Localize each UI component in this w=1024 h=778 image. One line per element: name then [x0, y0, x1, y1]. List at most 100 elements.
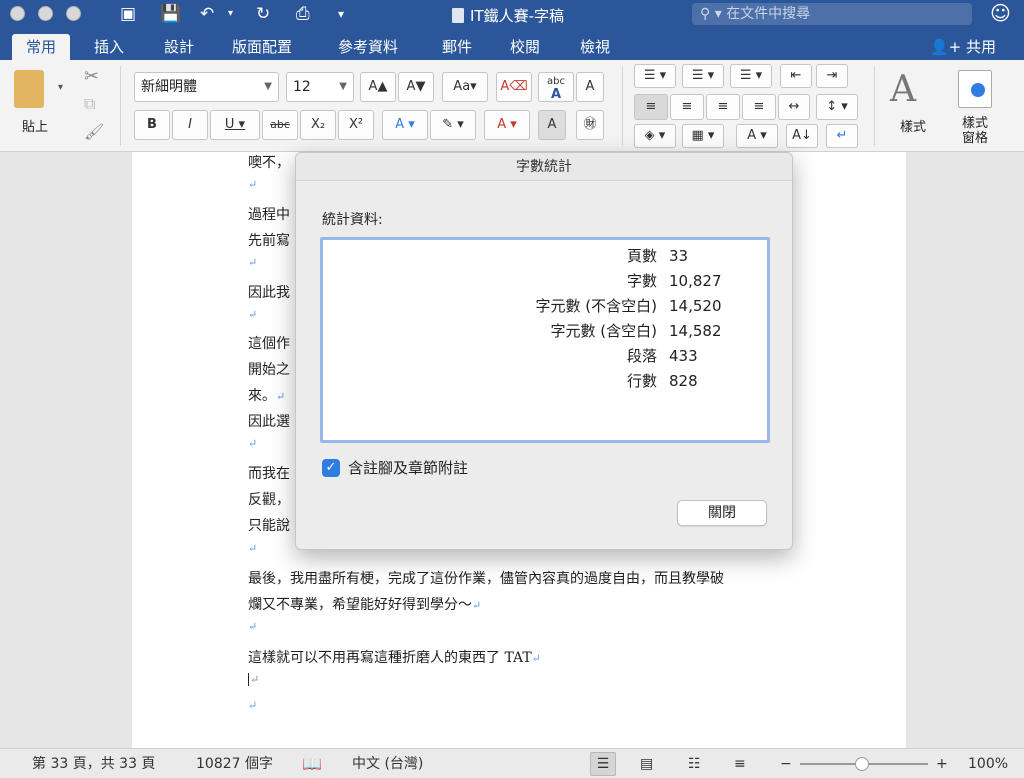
redo-icon[interactable]: ↻ — [256, 3, 270, 25]
font-size-value: 12 — [293, 79, 311, 95]
print-layout-view-icon[interactable]: ☰ — [590, 752, 616, 776]
outline-view-icon[interactable]: ☷ — [688, 749, 701, 778]
window-title: IT鐵人賽-字稿 — [452, 5, 564, 26]
undo-icon[interactable]: ↶ — [200, 3, 214, 25]
character-border-icon[interactable]: A — [576, 72, 604, 102]
tab-view[interactable]: 檢視 — [566, 34, 624, 60]
paragraph-mark: ↵ — [248, 699, 258, 712]
styles-pane-icon[interactable] — [958, 70, 992, 108]
subscript-button[interactable]: X₂ — [300, 110, 336, 140]
bullets-button[interactable]: ☰ ▾ — [634, 64, 676, 88]
align-left-button[interactable]: ≡ — [634, 94, 668, 120]
page-info[interactable]: 第 33 頁，共 33 頁 — [32, 749, 155, 778]
share-button[interactable]: 👤+ 共用 — [930, 34, 996, 60]
doc-text: 最後，我用盡所有梗，完成了這份作業，儘管內容真的過度自由，而且教學破 — [248, 571, 724, 587]
stat-label: 段落 — [626, 347, 657, 365]
shrink-font-button[interactable]: A▼ — [398, 72, 434, 102]
include-footnotes-checkbox[interactable]: ✓ — [322, 459, 340, 477]
styles-pane-label-line1: 樣式 — [962, 116, 989, 131]
minimize-window-icon[interactable] — [38, 6, 53, 21]
stat-value: 33 — [669, 247, 689, 265]
doc-text: 反觀， — [248, 492, 290, 508]
close-button[interactable]: 關閉 — [677, 500, 767, 526]
tab-label: 常用 — [26, 38, 57, 56]
tab-references[interactable]: 參考資料 — [324, 34, 412, 60]
proofing-icon[interactable]: 📖 — [302, 749, 322, 778]
strikethrough-button[interactable]: abc — [262, 110, 298, 140]
tab-review[interactable]: 校閱 — [496, 34, 554, 60]
phonetic-guide-icon[interactable]: abc A — [538, 72, 574, 102]
tab-label: 設計 — [164, 38, 195, 56]
sidebar-toggle-icon[interactable]: ▣ — [120, 3, 136, 25]
justify-button[interactable]: ≡ — [742, 94, 776, 120]
tab-home[interactable]: 常用 — [12, 34, 71, 60]
stat-row: 字元數 (不含空白) 14,520 — [323, 294, 767, 318]
draft-view-icon[interactable]: ≡ — [734, 749, 746, 778]
increase-indent-button[interactable]: ⇥ — [816, 64, 848, 88]
stat-row: 頁數 33 — [323, 244, 767, 268]
include-footnotes-label[interactable]: 含註腳及章節附註 — [348, 459, 468, 477]
grow-font-button[interactable]: A▲ — [360, 72, 396, 102]
undo-dropdown-icon[interactable]: ▾ — [228, 3, 233, 25]
enclose-character-icon[interactable]: ㊖ — [576, 110, 604, 140]
save-icon[interactable]: 💾 — [160, 3, 181, 25]
font-size-select[interactable]: 12 ▼ — [286, 72, 354, 102]
zoom-slider-handle[interactable] — [855, 757, 869, 771]
word-count[interactable]: 10827 個字 — [196, 749, 273, 778]
search-input[interactable]: ⚲ ▾ 在文件中搜尋 — [692, 3, 972, 25]
bold-button[interactable]: B — [134, 110, 170, 140]
tab-insert[interactable]: 插入 — [80, 34, 138, 60]
stat-label: 字數 — [626, 272, 657, 290]
tab-design[interactable]: 設計 — [150, 34, 208, 60]
align-center-button[interactable]: ≡ — [670, 94, 704, 120]
web-layout-view-icon[interactable]: ▤ — [640, 749, 653, 778]
tab-label: 檢視 — [580, 38, 611, 56]
numbering-button[interactable]: ☰ ▾ — [682, 64, 724, 88]
sort-button[interactable]: A↓ — [786, 124, 818, 148]
stat-row: 字元數 (含空白) 14,582 — [323, 319, 767, 343]
paste-dropdown-icon[interactable]: ▾ — [58, 82, 63, 93]
styles-gallery-icon[interactable]: A — [890, 68, 940, 112]
tab-layout[interactable]: 版面配置 — [218, 34, 306, 60]
shading-button[interactable]: ◈ ▾ — [634, 124, 676, 148]
zoom-window-icon[interactable] — [66, 6, 81, 21]
character-shading-icon[interactable]: A — [538, 110, 566, 140]
zoom-level[interactable]: 100% — [968, 749, 1008, 778]
decrease-indent-button[interactable]: ⇤ — [780, 64, 812, 88]
borders-button[interactable]: ▦ ▾ — [682, 124, 724, 148]
text-direction-button[interactable]: A ▾ — [736, 124, 778, 148]
tab-mailings[interactable]: 郵件 — [428, 34, 486, 60]
text-effects-button[interactable]: A ▾ — [382, 110, 428, 140]
zoom-out-icon[interactable]: − — [780, 749, 792, 778]
feedback-smiley-icon[interactable]: ☺ — [990, 1, 1011, 25]
print-icon[interactable]: ⎙ — [296, 3, 310, 25]
doc-text: 噢不， — [248, 155, 290, 171]
highlight-button[interactable]: ✎ ▾ — [430, 110, 476, 140]
format-painter-icon[interactable]: 🖌 — [84, 122, 104, 141]
stat-value: 10,827 — [669, 272, 722, 290]
close-window-icon[interactable] — [10, 6, 25, 21]
line-spacing-button[interactable]: ↕ ▾ — [816, 94, 858, 120]
superscript-button[interactable]: X² — [338, 110, 374, 140]
paste-icon[interactable] — [14, 70, 44, 108]
customize-toolbar-icon[interactable]: ▾ — [338, 3, 344, 25]
italic-button[interactable]: I — [172, 110, 208, 140]
font-name-select[interactable]: 新細明體 ▼ — [134, 72, 279, 102]
align-right-button[interactable]: ≡ — [706, 94, 740, 120]
clear-formatting-icon[interactable]: A⌫ — [496, 72, 532, 102]
language[interactable]: 中文 (台灣) — [352, 749, 423, 778]
cut-icon[interactable]: ✂ — [84, 66, 99, 87]
distributed-button[interactable]: ↔ — [778, 94, 810, 120]
doc-line: 開始之 — [248, 359, 290, 379]
multilevel-list-button[interactable]: ☰ ▾ — [730, 64, 772, 88]
zoom-in-icon[interactable]: + — [936, 749, 948, 778]
window-title-text: IT鐵人賽-字稿 — [470, 7, 564, 25]
font-color-button[interactable]: A ▾ — [484, 110, 530, 140]
change-case-button[interactable]: Aa▾ — [442, 72, 488, 102]
copy-icon[interactable]: ⧉ — [84, 94, 95, 114]
show-marks-button[interactable]: ↵ — [826, 124, 858, 148]
underline-button[interactable]: U ▾ — [210, 110, 260, 140]
paragraph-mark: ↵ — [472, 599, 482, 612]
doc-line: 噢不， — [248, 152, 290, 172]
word-count-dialog: 字數統計 統計資料: 頁數 33 字數 10,827 字元數 (不含空白) 14,52… — [295, 152, 793, 550]
